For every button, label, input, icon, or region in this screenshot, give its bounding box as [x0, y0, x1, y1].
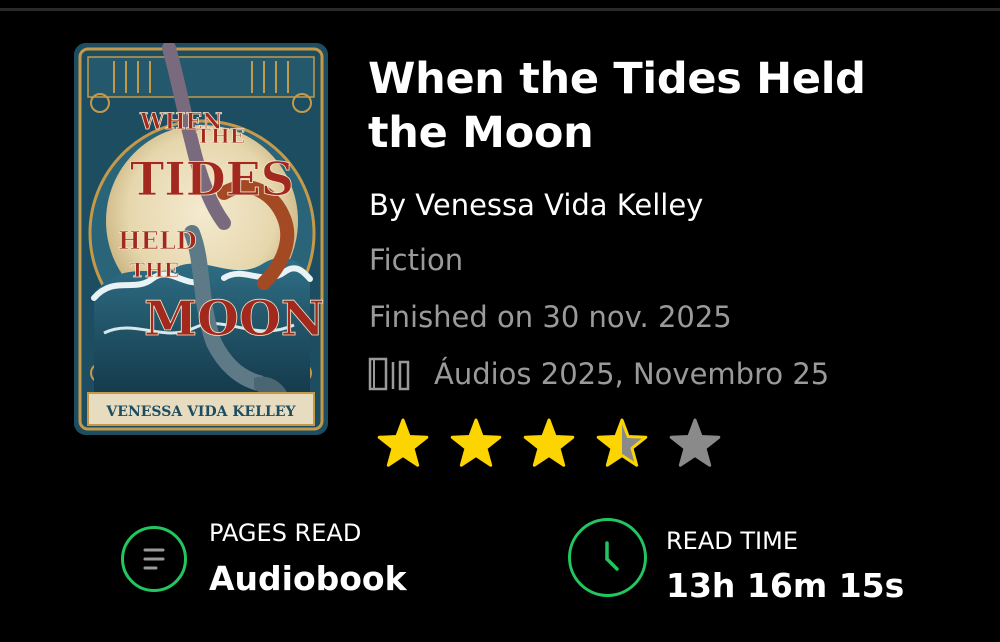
- cover-title-line3: TIDES: [130, 152, 294, 206]
- book-genre: Fiction: [369, 243, 464, 277]
- read-time-label: READ TIME: [666, 527, 798, 555]
- cover-title-line2: THE: [196, 124, 245, 148]
- star-icon[interactable]: [450, 418, 502, 470]
- rating-stars[interactable]: [377, 418, 742, 470]
- book-title: When the Tides Held the Moon: [368, 54, 866, 158]
- clock-icon: [605, 541, 619, 571]
- pages-read-label: PAGES READ: [209, 519, 362, 547]
- book-cover[interactable]: WHEN THE TIDES HELD THE MOON VENESSA VID…: [74, 43, 328, 435]
- cover-art: WHEN THE TIDES HELD THE MOON VENESSA VID…: [74, 43, 328, 435]
- books-icon: [368, 357, 410, 391]
- read-time-value: 13h 16m 15s: [666, 566, 905, 605]
- shelf-label: Áudios 2025, Novembro 25: [434, 357, 830, 391]
- read-time-icon-circle: [568, 518, 647, 597]
- star-icon[interactable]: [523, 418, 575, 470]
- cover-title-line4: HELD: [118, 226, 197, 255]
- pages-read-value: Audiobook: [209, 559, 407, 598]
- cover-title-line6: MOON: [144, 291, 325, 347]
- star-icon[interactable]: [669, 418, 721, 470]
- pages-read-icon-circle: [121, 526, 187, 592]
- cover-author: VENESSA VIDA KELLEY: [105, 404, 296, 420]
- shelf-row[interactable]: Áudios 2025, Novembro 25: [368, 354, 829, 394]
- star-icon[interactable]: [596, 418, 648, 470]
- finished-date: Finished on 30 nov. 2025: [369, 300, 732, 334]
- book-author[interactable]: By Venessa Vida Kelley: [369, 185, 703, 225]
- list-icon: [143, 548, 165, 570]
- top-divider: [0, 8, 1000, 11]
- star-icon[interactable]: [377, 418, 429, 470]
- cover-title-line5: THE: [130, 258, 179, 282]
